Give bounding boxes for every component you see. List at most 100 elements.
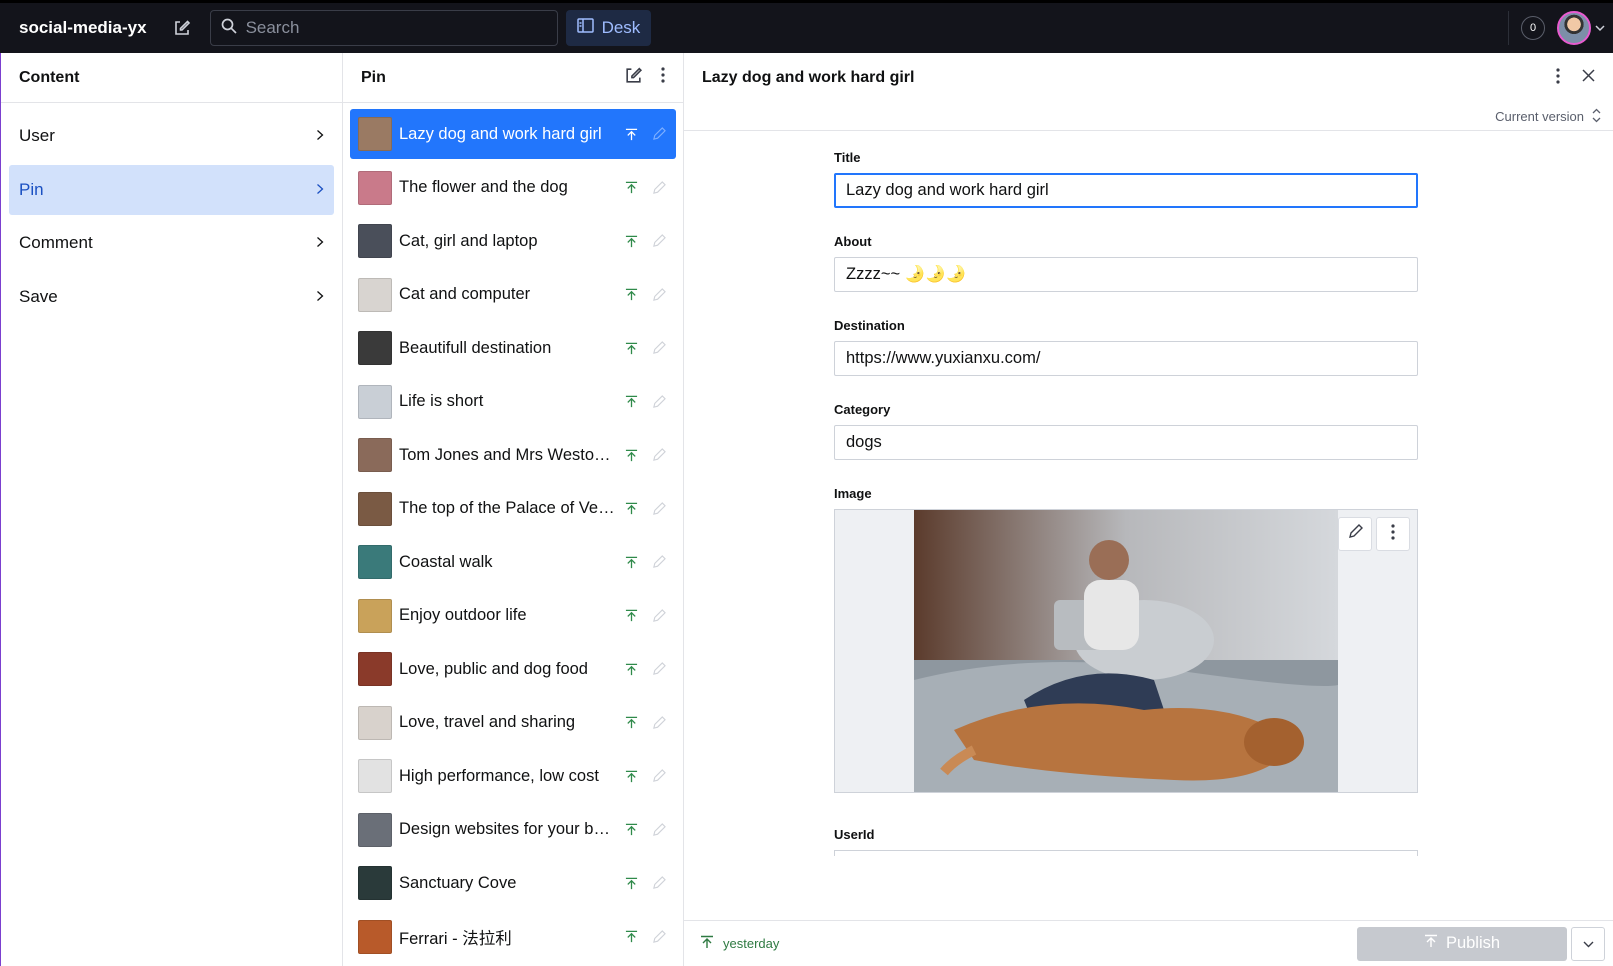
more-options-icon[interactable] <box>1556 67 1560 89</box>
published-icon <box>622 930 640 943</box>
chevron-right-icon <box>316 126 324 146</box>
edit-image-button[interactable] <box>1338 517 1372 551</box>
list-item[interactable]: Cat, girl and laptop <box>350 216 676 266</box>
search-input[interactable] <box>245 18 536 38</box>
list-item-title: Cat, girl and laptop <box>399 231 538 250</box>
list-item-title: Life is short <box>399 392 484 410</box>
userid-field: UserId <box>834 827 1419 856</box>
image-input[interactable] <box>834 509 1418 793</box>
thumbnail-image <box>358 545 392 579</box>
thumbnail-image <box>358 277 392 312</box>
publish-button[interactable]: Publish <box>1357 926 1567 961</box>
thumbnail-image <box>358 598 392 633</box>
list-item[interactable]: High performance, low cost <box>350 751 676 801</box>
list-item[interactable]: Life is short <box>350 377 676 427</box>
thumbnail-image <box>358 438 392 472</box>
pin-pane-header: Pin <box>343 53 683 103</box>
nav-item-pin[interactable]: Pin <box>9 164 334 215</box>
create-document-icon[interactable] <box>624 66 643 90</box>
list-item-title: The flower and the dog <box>399 178 568 196</box>
title-field: Title <box>834 150 1419 208</box>
about-field: About <box>834 234 1419 292</box>
list-item-title: Cat and computer <box>399 285 531 303</box>
compose-icon[interactable] <box>169 15 195 41</box>
list-item[interactable]: The top of the Palace of Vers... <box>350 484 676 534</box>
field-label: About <box>834 234 872 249</box>
document-form: Title About Destination Category Image <box>834 150 1419 882</box>
field-label: Category <box>834 402 891 417</box>
list-item[interactable]: Enjoy outdoor life <box>350 591 676 641</box>
more-options-icon[interactable] <box>661 67 665 88</box>
image-preview <box>914 510 1338 792</box>
thumbnail-image <box>358 652 392 686</box>
published-icon <box>700 935 714 952</box>
list-item[interactable]: Ferrari - 法拉利 <box>350 912 676 962</box>
pane-title: Pin <box>361 68 386 86</box>
content-type-list: User Pin Comment Save <box>1 103 342 333</box>
list-item-title: Love, public and dog food <box>399 659 588 678</box>
published-icon <box>622 395 640 408</box>
published-icon <box>622 502 640 515</box>
pane-title: Content <box>19 68 80 86</box>
list-item[interactable]: The flower and the dog <box>350 163 676 213</box>
nav-item-comment[interactable]: Comment <box>9 218 334 268</box>
publish-label: Publish <box>1445 934 1501 952</box>
notification-badge[interactable]: 0 <box>1521 16 1545 40</box>
pin-pane: Pin Lazy dog and work hard girl The flowe… <box>343 53 684 966</box>
thumbnail-image <box>358 224 392 258</box>
nav-item-label: Pin <box>19 179 44 199</box>
close-icon[interactable] <box>1582 69 1595 87</box>
publish-icon <box>1424 934 1438 953</box>
edit-icon <box>650 234 668 248</box>
thumbnail-image <box>358 491 392 526</box>
list-item[interactable]: Coastal walk <box>350 537 676 587</box>
edit-icon <box>650 394 668 409</box>
search-icon <box>221 18 237 39</box>
list-item[interactable]: Cat and computer <box>350 270 676 320</box>
destination-field: Destination <box>834 318 1419 376</box>
divider <box>1508 11 1509 45</box>
thumbnail-image <box>358 117 392 151</box>
content-pane: Content User Pin Comment Save <box>0 53 343 966</box>
edit-icon <box>650 555 668 569</box>
thumbnail-image <box>358 384 392 419</box>
document-actions-menu-button[interactable] <box>1571 926 1605 961</box>
list-item[interactable]: Beautifull destination <box>350 323 676 373</box>
edit-icon <box>650 715 668 730</box>
list-item[interactable]: Love, travel and sharing <box>350 698 676 748</box>
title-input[interactable] <box>834 173 1418 208</box>
pencil-icon <box>1348 524 1363 544</box>
list-item[interactable]: Sanctuary Cove <box>350 858 676 908</box>
userid-input[interactable] <box>834 850 1418 856</box>
nav-item-save[interactable]: Save <box>9 272 334 322</box>
list-item[interactable]: Lazy dog and work hard girl <box>350 109 676 159</box>
publish-status-text: yesterday <box>723 936 780 951</box>
list-item[interactable]: Design websites for your bus... <box>350 805 676 855</box>
avatar[interactable] <box>1557 11 1591 45</box>
version-selector[interactable]: Current version <box>684 103 1613 131</box>
image-options-button[interactable] <box>1376 517 1410 551</box>
app-root: social-media-yx Desk 0 Content <box>0 0 1613 966</box>
list-item[interactable]: Love, public and dog food <box>350 644 676 694</box>
published-icon <box>622 716 640 729</box>
list-item[interactable]: Tom Jones and Mrs Weston ... <box>350 430 676 480</box>
published-icon <box>622 449 640 462</box>
category-input[interactable] <box>834 425 1418 460</box>
desk-tool-button[interactable]: Desk <box>565 10 652 46</box>
document-list: Lazy dog and work hard girl The flower an… <box>343 103 683 966</box>
search-box[interactable] <box>209 10 558 46</box>
list-item-title: Enjoy outdoor life <box>399 606 527 624</box>
published-icon <box>622 556 640 569</box>
thumbnail-image <box>358 705 392 740</box>
chevron-down-icon[interactable] <box>1595 19 1605 37</box>
edit-icon <box>650 662 668 676</box>
destination-input[interactable] <box>834 341 1418 376</box>
nav-item-user[interactable]: User <box>9 111 334 161</box>
about-input[interactable] <box>834 257 1418 292</box>
thumbnail-image <box>358 812 392 847</box>
desk-label: Desk <box>601 18 641 37</box>
list-item-title: Sanctuary Cove <box>399 873 517 892</box>
workspace-title[interactable]: social-media-yx <box>19 18 147 38</box>
publish-status: yesterday <box>700 935 779 952</box>
published-icon <box>622 128 640 141</box>
